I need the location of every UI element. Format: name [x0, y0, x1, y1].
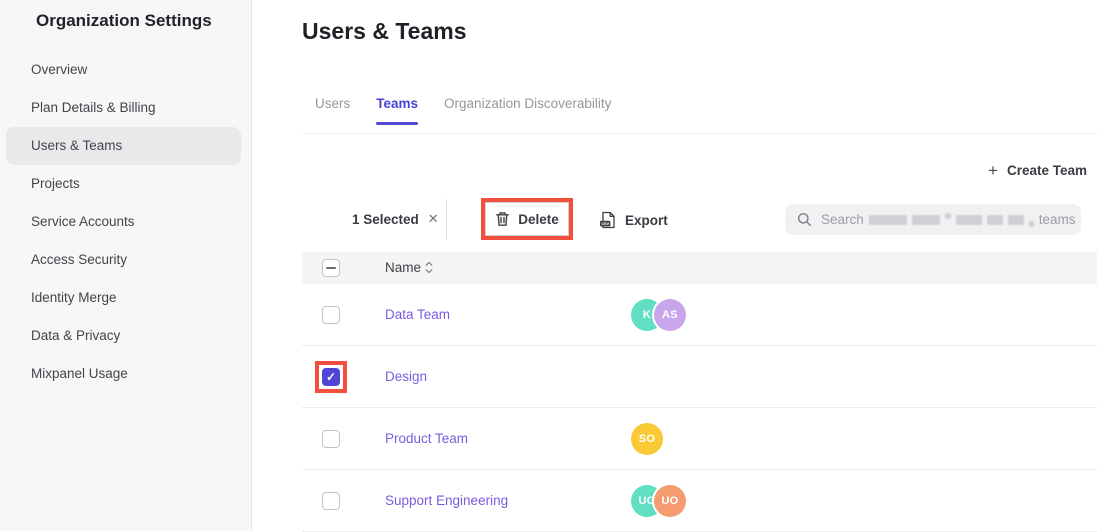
- redacted-text: [869, 215, 907, 225]
- trash-icon: [495, 211, 510, 227]
- table-row: Support Engineering UOUO: [302, 470, 1097, 532]
- create-team-button[interactable]: + Create Team: [988, 163, 1087, 178]
- table-body: Data Team KAS Design Product Team SO Support …: [302, 284, 1097, 532]
- table-row: Design: [302, 346, 1097, 408]
- row-checkbox[interactable]: [322, 306, 340, 324]
- member-avatars: KAS: [631, 299, 686, 331]
- row-checkbox[interactable]: [322, 368, 340, 386]
- team-name-link[interactable]: Design: [385, 369, 427, 384]
- avatar: UO: [654, 485, 686, 517]
- sidebar-item-users-teams[interactable]: Users & Teams: [6, 127, 241, 165]
- column-header-name[interactable]: Name: [385, 260, 421, 275]
- close-icon[interactable]: ✕: [428, 211, 439, 227]
- sidebar-item-projects[interactable]: Projects: [0, 165, 251, 203]
- svg-text:csv: csv: [601, 221, 609, 226]
- csv-file-icon: csv: [599, 211, 616, 229]
- redacted-text: [987, 215, 1003, 225]
- page-title: Users & Teams: [302, 18, 467, 45]
- tabs-divider: [302, 133, 1097, 134]
- toolbar-divider: [446, 199, 447, 240]
- plus-icon: +: [988, 164, 998, 178]
- member-avatars: UOUO: [631, 485, 686, 517]
- table-row: Data Team KAS: [302, 284, 1097, 346]
- sidebar-item-service-accounts[interactable]: Service Accounts: [0, 203, 251, 241]
- tab-teams[interactable]: Teams: [376, 96, 418, 112]
- sidebar-item-access-security[interactable]: Access Security: [0, 241, 251, 279]
- search-placeholder-suffix: teams: [1039, 212, 1076, 227]
- redacted-text: [956, 215, 982, 225]
- team-name-link[interactable]: Data Team: [385, 307, 450, 322]
- sidebar-item-mixpanel-usage[interactable]: Mixpanel Usage: [0, 355, 251, 393]
- table-row: Product Team SO: [302, 408, 1097, 470]
- sort-updown-icon: [425, 261, 433, 279]
- sidebar-item-overview[interactable]: Overview: [0, 51, 251, 89]
- row-checkbox[interactable]: [322, 430, 340, 448]
- select-all-checkbox[interactable]: [322, 259, 340, 277]
- sidebar-item-identity-merge[interactable]: Identity Merge: [0, 279, 251, 317]
- row-checkbox[interactable]: [322, 492, 340, 510]
- sidebar-item-data-privacy[interactable]: Data & Privacy: [0, 317, 251, 355]
- avatar: SO: [631, 423, 663, 455]
- sidebar-item-plan-details-billing[interactable]: Plan Details & Billing: [0, 89, 251, 127]
- create-team-label: Create Team: [1007, 163, 1087, 178]
- redacted-text: [1008, 215, 1024, 225]
- delete-button[interactable]: Delete: [485, 202, 569, 236]
- search-placeholder: Search teams: [821, 212, 1076, 227]
- tab-bar: Users Teams Organization Discoverability: [315, 96, 611, 112]
- table-header: Name: [302, 252, 1097, 284]
- delete-label: Delete: [518, 212, 559, 227]
- redacted-text: [1029, 221, 1034, 227]
- search-placeholder-prefix: Search: [821, 212, 864, 227]
- team-name-link[interactable]: Product Team: [385, 431, 468, 446]
- search-icon: [797, 212, 812, 227]
- member-avatars: SO: [631, 423, 663, 455]
- annotation-box-checkbox: [315, 361, 347, 393]
- selection-status: 1 Selected ✕: [352, 211, 439, 227]
- redacted-text: [945, 213, 951, 219]
- redacted-text: [912, 215, 940, 225]
- sidebar-title: Organization Settings: [36, 11, 212, 31]
- export-button[interactable]: csv Export: [599, 205, 668, 235]
- sidebar-nav: OverviewPlan Details & BillingUsers & Te…: [0, 51, 251, 393]
- team-name-link[interactable]: Support Engineering: [385, 493, 508, 508]
- tab-users[interactable]: Users: [315, 96, 350, 112]
- sidebar: Organization Settings OverviewPlan Detai…: [0, 0, 252, 531]
- export-label: Export: [625, 213, 668, 228]
- tab-organization-discoverability[interactable]: Organization Discoverability: [444, 96, 611, 112]
- search-input[interactable]: Search teams: [785, 204, 1081, 235]
- annotation-box-delete: Delete: [481, 198, 573, 240]
- selected-count-label: 1 Selected: [352, 212, 419, 227]
- avatar: AS: [654, 299, 686, 331]
